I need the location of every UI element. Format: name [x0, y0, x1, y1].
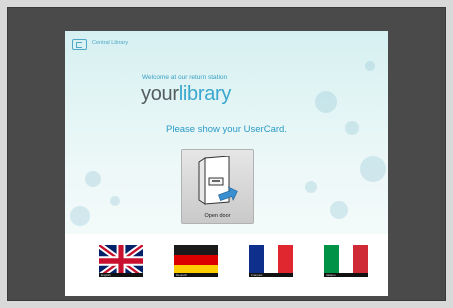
open-door-button[interactable]: Open door: [181, 149, 254, 224]
decor-bubble: [70, 206, 90, 226]
kiosk-screen: Central Library Welcome at our return st…: [65, 31, 388, 296]
language-french-label: Français: [249, 273, 293, 277]
decor-bubble: [305, 181, 317, 193]
language-selector: English Deutsch Français Italiano: [65, 234, 388, 296]
open-door-label: Open door: [204, 213, 231, 219]
welcome-panel: Central Library Welcome at our return st…: [65, 31, 388, 234]
decor-bubble: [85, 171, 101, 187]
library-logo-icon: [72, 39, 87, 50]
language-german-button[interactable]: Deutsch: [174, 245, 218, 277]
decor-bubble: [315, 91, 337, 113]
welcome-text: Welcome at our return station: [142, 74, 228, 81]
language-italian-label: Italiano: [324, 273, 368, 277]
language-english-button[interactable]: English: [99, 245, 143, 277]
decor-bubble: [365, 61, 375, 71]
door-icon: [198, 156, 238, 205]
brand-part-your: your: [141, 83, 179, 105]
language-english-label: English: [99, 273, 143, 277]
language-italian-button[interactable]: Italiano: [324, 245, 368, 277]
language-french-button[interactable]: Français: [249, 245, 293, 277]
decor-bubble: [360, 156, 386, 182]
library-logo-text: Central Library: [92, 40, 129, 46]
usercard-prompt: Please show your UserCard.: [166, 124, 287, 135]
decor-bubble: [330, 201, 348, 219]
decor-bubble: [110, 196, 120, 206]
brand-title: yourlibrary: [141, 83, 231, 106]
language-german-label: Deutsch: [174, 273, 218, 277]
brand-part-library: library: [178, 83, 232, 105]
